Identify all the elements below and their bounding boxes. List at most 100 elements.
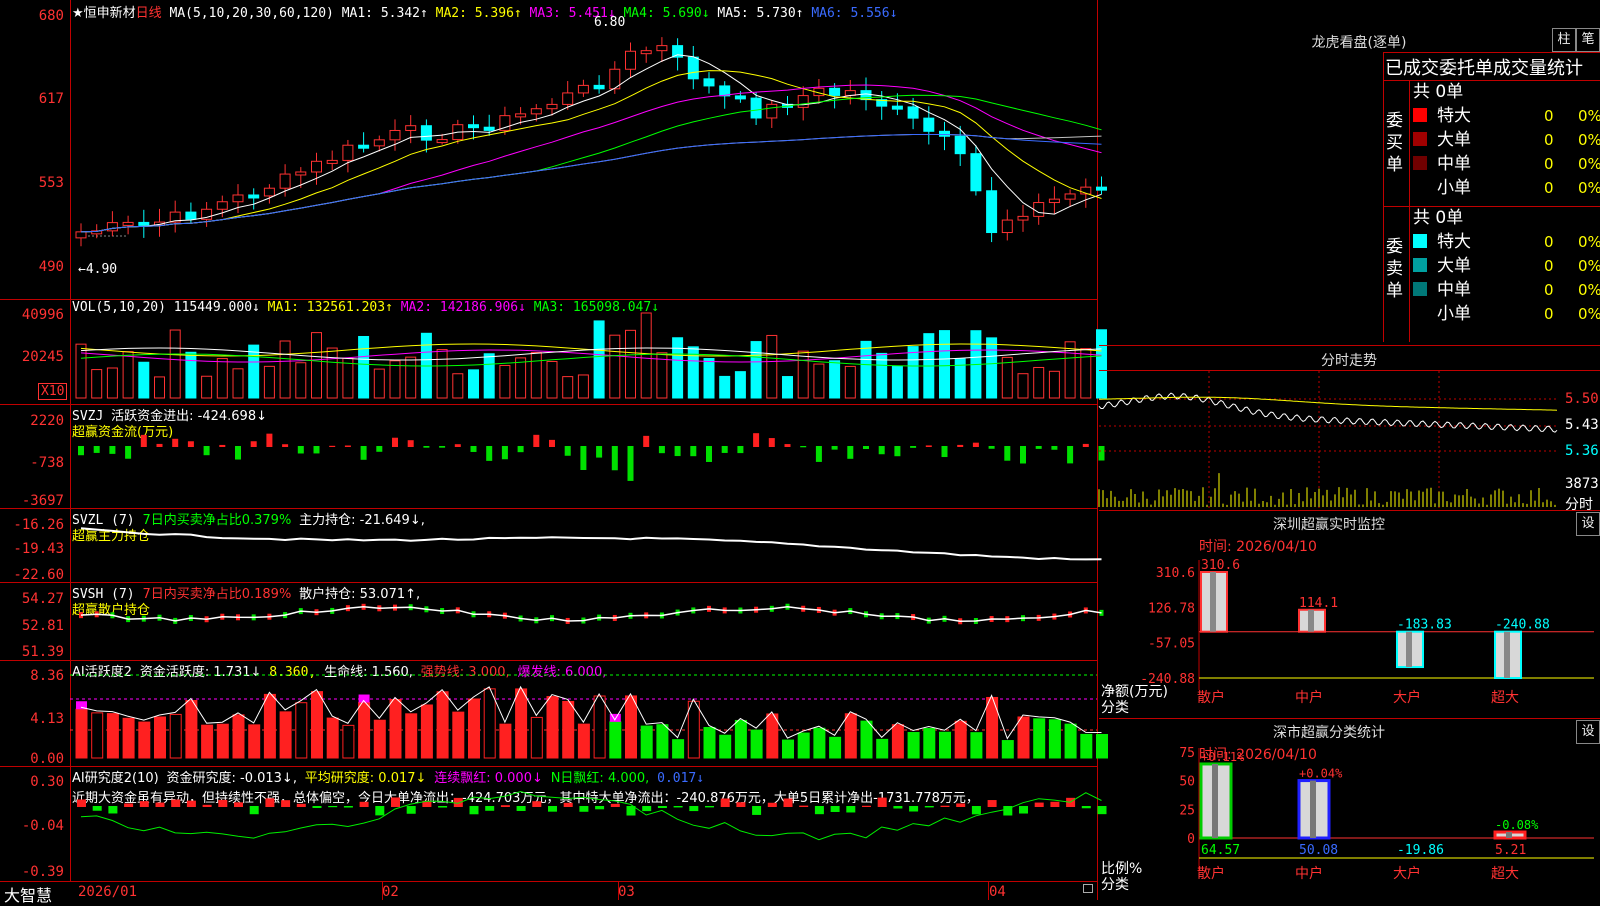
order-color-swatch (1413, 282, 1427, 296)
flow-bar (847, 446, 854, 459)
order-type: 中单 (1437, 280, 1471, 300)
flow-bar (549, 439, 555, 447)
flow-bar (187, 441, 194, 447)
flow-bar (172, 438, 179, 447)
activity-bar (216, 723, 229, 759)
candle-body (923, 117, 935, 132)
volume-bar (782, 376, 793, 399)
flow-bar (1004, 446, 1011, 461)
volume-bar (483, 353, 495, 399)
volume-chart[interactable] (0, 300, 1107, 405)
candle-body (593, 84, 605, 90)
candle-body (577, 84, 589, 94)
volume-bar (75, 343, 87, 399)
svzl-chart[interactable] (0, 508, 1102, 582)
candle-body (986, 190, 998, 234)
candle-body (216, 201, 228, 210)
candle-body (311, 160, 322, 173)
candle-body (122, 221, 134, 226)
lock-icon[interactable] (1083, 884, 1093, 893)
research-bar (673, 806, 683, 808)
sz-bar-label: -240.88 (1495, 618, 1550, 633)
activity-bar (75, 708, 88, 759)
volume-bar (405, 356, 417, 399)
order-row-buy: 中单 0 0% (1413, 152, 1600, 176)
order-row-sell: 中单 0 0% (1413, 278, 1600, 302)
research-bar (563, 802, 573, 807)
volume-bar (609, 334, 621, 399)
research-bar (532, 801, 542, 807)
activity-bar (1080, 733, 1093, 759)
activity-bar (405, 713, 418, 759)
svzj-chart[interactable] (0, 404, 1105, 508)
order-row-sell: 大单 0 0% (1413, 254, 1600, 278)
volume-bar (358, 335, 370, 399)
candle-body (562, 92, 574, 105)
activity-bar (813, 727, 826, 759)
ma-line (80, 70, 1102, 233)
sz-bar-label: -183.83 (1397, 618, 1452, 633)
order-color-swatch (1413, 156, 1427, 170)
intraday-price: 5.36 (1565, 443, 1599, 459)
flow-bar (93, 446, 100, 453)
activity-bar (106, 713, 119, 759)
sh-ratio-chart[interactable]: 75 50 25 0 +0.11% 64.57 散户 +0.04% 50.08 中户 -19.86 大… (1099, 718, 1600, 900)
research-bar (595, 806, 605, 810)
order-pct: 0% (1578, 155, 1600, 173)
research-bar (500, 805, 510, 807)
main-chart-area[interactable]: ★恒申新材日线 MA(5,10,20,30,60,120) MA1: 5.342… (0, 0, 1108, 905)
order-pct: 0% (1578, 107, 1600, 125)
flow-bar (627, 446, 634, 481)
sh-top-label: +0.11% (1201, 750, 1245, 764)
ai-research-chart[interactable] (0, 766, 1107, 882)
flow-bar (125, 446, 132, 459)
svsh-chart[interactable] (0, 582, 1104, 660)
volume-bar (577, 374, 589, 399)
volume-bar (640, 312, 652, 399)
activity-bar (483, 688, 496, 759)
sz-ytick: 310.6 (1156, 566, 1195, 581)
flow-bar (140, 434, 147, 447)
order-count: 0 (1544, 233, 1554, 251)
research-bar (234, 802, 243, 807)
candle-body (907, 106, 919, 119)
activity-bar (687, 700, 700, 759)
research-bar (77, 799, 86, 807)
activity-bar (91, 712, 104, 759)
research-bar (783, 798, 793, 807)
volume-bar (1033, 366, 1045, 399)
flow-bar (925, 445, 932, 447)
candle-body (687, 56, 699, 80)
activity-bar (719, 734, 732, 759)
order-count: 0 (1544, 257, 1554, 275)
sz-net-chart[interactable]: 310.6 126.78 -57.05 -240.88 310.6 散户 114.1 中户 -1… (1099, 510, 1600, 710)
sz-ytick: 126.78 (1148, 601, 1195, 616)
activity-bar (734, 719, 747, 759)
candle-body (891, 105, 903, 110)
flow-bar (1082, 443, 1089, 447)
candle-body (939, 130, 950, 137)
tick-view-button[interactable]: 笔 (1576, 28, 1600, 52)
sh-category: 中户 (1295, 865, 1323, 882)
sz-bar-shade (1406, 631, 1412, 668)
flow-bar (753, 433, 760, 447)
intraday-chart[interactable] (1098, 371, 1559, 509)
flow-bar (784, 444, 791, 447)
ai-activity-chart[interactable] (0, 660, 1108, 766)
research-bar (987, 800, 997, 807)
candle-body (138, 221, 150, 226)
brand-label: 大智慧 (4, 886, 53, 905)
order-pct: 0% (1578, 131, 1600, 149)
flow-bar (219, 444, 226, 447)
sz-bar-shade (1308, 609, 1314, 632)
flow-bar (768, 438, 775, 447)
candle-body (75, 231, 87, 239)
sh-ytick: 50 (1179, 775, 1195, 790)
activity-bar (782, 739, 794, 759)
order-count: 0 (1544, 179, 1554, 197)
flow-bar (1035, 446, 1042, 449)
bar-view-button[interactable]: 柱 (1552, 28, 1576, 52)
flow-bar (78, 446, 84, 456)
order-row-buy: 大单 0 0% (1413, 128, 1600, 152)
candlestick-chart[interactable] (0, 0, 1107, 300)
